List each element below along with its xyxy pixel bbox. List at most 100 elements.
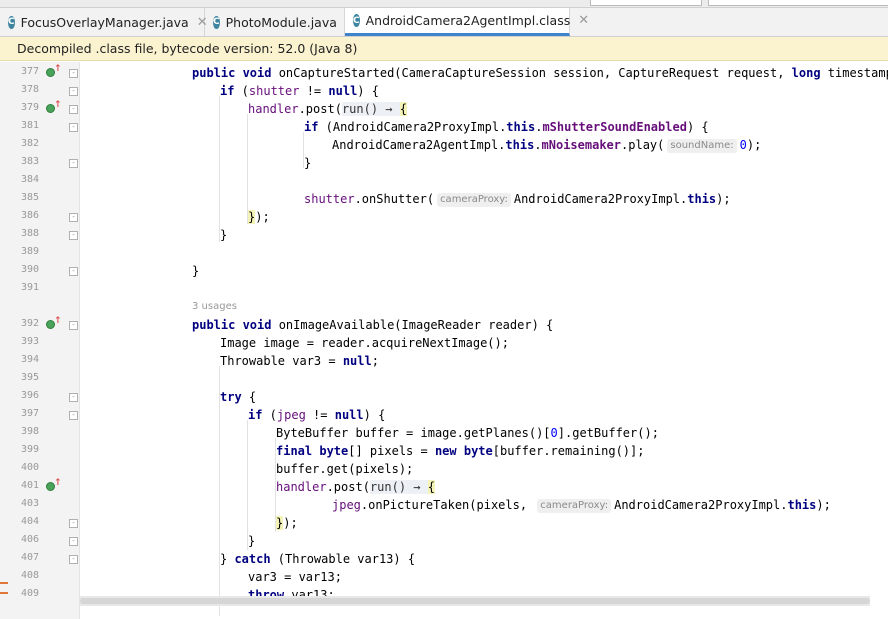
fold-icon[interactable]: - [69, 105, 78, 114]
fold-icon[interactable]: - [69, 519, 78, 528]
code-line: var3 = var13; [248, 570, 342, 584]
arrow-up-icon: ↑ [54, 64, 62, 74]
fold-icon[interactable]: - [69, 393, 78, 402]
code-line: shutter.onShutter(cameraProxy: AndroidCam… [304, 192, 731, 207]
fold-icon[interactable]: - [69, 213, 78, 222]
code-line: AndroidCamera2AgentImpl.this.mNoisemaker… [332, 138, 762, 153]
line-number: 394 [20, 354, 39, 365]
fold-icon[interactable]: - [69, 69, 78, 78]
decompiled-notice-banner: Decompiled .class file, bytecode version… [0, 37, 888, 61]
horizontal-scrollbar[interactable] [80, 596, 870, 606]
code-line: Throwable var3 = null; [220, 354, 379, 368]
code-line: if (shutter != null) { [220, 84, 379, 98]
fold-icon[interactable]: - [69, 123, 78, 132]
banner-text: Decompiled .class file, bytecode version… [17, 41, 358, 56]
close-icon[interactable]: ✕ [578, 13, 589, 28]
line-number: 392 [20, 318, 39, 329]
code-line: public void onCaptureStarted(CameraCaptu… [192, 66, 888, 80]
code-line: handler.post(run() → { [276, 480, 435, 494]
fold-icon[interactable]: - [69, 87, 78, 96]
editor-gutter: 377 ↑ -378-379 ↑ -381-382 383-384 385 386-388-3… [0, 62, 80, 619]
code-line: }); [248, 210, 270, 224]
fold-icon[interactable]: - [69, 555, 78, 564]
code-line: } [220, 228, 228, 242]
line-number: 383 [20, 156, 39, 167]
indent-guide [247, 420, 248, 550]
line-number: 398 [20, 426, 39, 437]
code-line: } [248, 534, 256, 548]
line-number: 404 [20, 516, 39, 527]
usages-hint[interactable]: 3 usages [192, 298, 237, 316]
code-line: Image image = reader.acquireNextImage(); [220, 336, 509, 350]
line-number: 399 [20, 444, 39, 455]
line-number: 408 [20, 570, 39, 581]
arrow-up-icon: ↑ [54, 100, 62, 110]
parameter-hint: cameraProxy: [537, 499, 612, 513]
code-editor[interactable]: public void onCaptureStarted(CameraCaptu… [80, 62, 888, 619]
search-box-fragment [590, 0, 702, 6]
line-number: 396 [20, 390, 39, 401]
code-line: final byte[] pixels = new byte[buffer.re… [276, 444, 645, 458]
window-top-strip [0, 0, 888, 8]
class-c-icon: C [8, 15, 15, 29]
parameter-hint: soundName: [667, 139, 737, 153]
fold-icon[interactable]: - [69, 267, 78, 276]
line-number: 381 [20, 120, 39, 131]
code-line: ByteBuffer buffer = image.getPlanes()[0]… [276, 426, 659, 440]
line-number: 379 [20, 102, 39, 113]
override-marker[interactable]: ↑ [46, 100, 62, 116]
parameter-hint: cameraProxy: [437, 193, 511, 207]
line-number: 389 [20, 246, 39, 257]
code-line: buffer.get(pixels); [276, 462, 414, 476]
override-marker[interactable]: ↑ [46, 316, 62, 332]
line-number: 391 [20, 282, 39, 293]
override-marker[interactable]: ↑ [46, 478, 62, 494]
class-c-icon: C [353, 14, 360, 27]
tab-focus-overlay-manager[interactable]: C FocusOverlayManager.java ✕ [0, 8, 208, 36]
fold-icon[interactable]: - [69, 411, 78, 420]
editor-tab-bar: C FocusOverlayManager.java ✕ C PhotoModu… [0, 8, 888, 37]
line-number: 377 [20, 66, 39, 77]
scrollbar-thumb[interactable] [80, 598, 870, 604]
fold-icon[interactable]: - [69, 159, 78, 168]
code-line: if (jpeg != null) { [248, 408, 386, 422]
line-number: 400 [20, 462, 39, 473]
line-number: 397 [20, 408, 39, 419]
code-line: try { [220, 390, 257, 404]
line-number: 388 [20, 228, 39, 239]
tab-android-camera2-agent-impl[interactable]: C AndroidCamera2AgentImpl.class ✕ [345, 8, 589, 36]
line-number: 409 [20, 588, 39, 599]
line-number: 401 [20, 480, 39, 491]
line-number: 395 [20, 372, 39, 383]
code-line: } [304, 156, 312, 170]
tab-label: FocusOverlayManager.java [20, 14, 189, 30]
indent-guide [219, 96, 220, 242]
line-number: 382 [20, 138, 39, 149]
line-number: 386 [20, 210, 39, 221]
run-config-fragment [708, 0, 888, 6]
code-line: } [192, 264, 200, 278]
code-line: handler.post(run() → { [248, 102, 407, 116]
line-number: 406 [20, 534, 39, 545]
line-number: 384 [20, 174, 39, 185]
fold-icon[interactable]: - [69, 231, 78, 240]
fold-icon[interactable]: - [69, 537, 78, 546]
code-line: if (AndroidCamera2ProxyImpl.this.mShutte… [304, 120, 709, 134]
code-line: public void onImageAvailable(ImageReader… [192, 318, 554, 332]
line-number: 385 [20, 192, 39, 203]
arrow-up-icon: ↑ [54, 316, 62, 326]
code-line: }); [276, 516, 298, 530]
override-marker[interactable]: ↑ [46, 64, 62, 80]
code-line: } catch (Throwable var13) { [220, 552, 416, 566]
tab-label: PhotoModule.java [225, 14, 337, 30]
line-number: 390 [20, 264, 39, 275]
class-c-icon: C [213, 15, 220, 29]
tab-photo-module[interactable]: C PhotoModule.java ✕ [205, 8, 356, 36]
line-number: 378 [20, 84, 39, 95]
tab-label: AndroidCamera2AgentImpl.class [365, 13, 571, 28]
arrow-up-icon: ↑ [54, 478, 62, 488]
line-number: 393 [20, 336, 39, 347]
fold-icon[interactable]: - [69, 321, 78, 330]
code-line: jpeg.onPictureTaken(pixels, cameraProxy:… [332, 498, 831, 513]
line-number: 407 [20, 552, 39, 563]
